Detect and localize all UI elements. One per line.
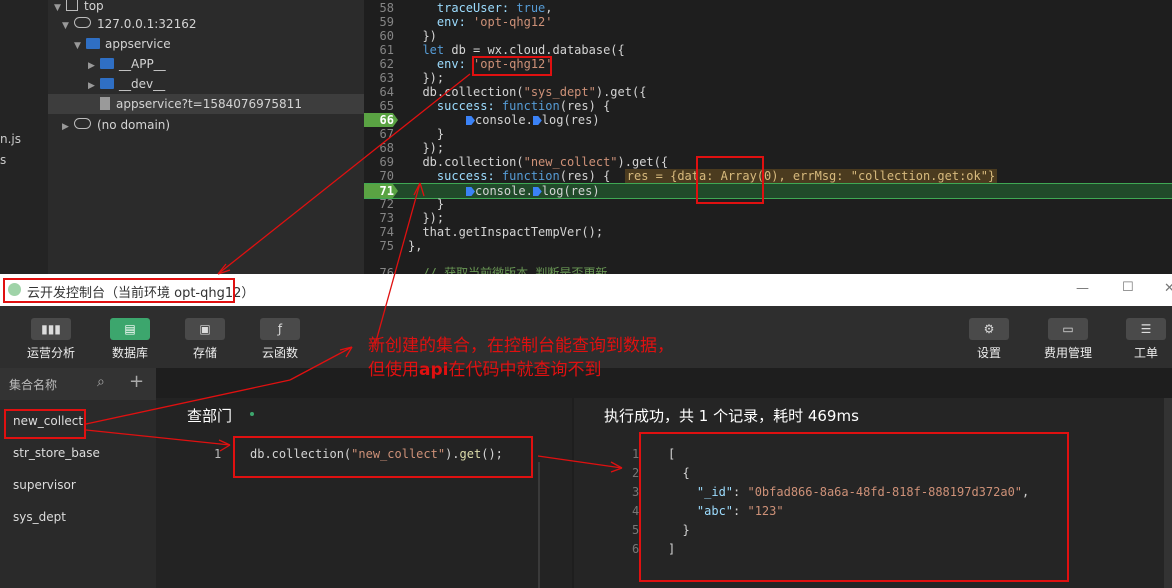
annotation-arrows [85, 73, 623, 473]
annotation-arrowhead [419, 182, 425, 197]
annotation-arrow [289, 346, 353, 381]
annotation-arrow [85, 429, 231, 446]
annotation-arrow [85, 379, 291, 425]
annotation-arrowhead [610, 467, 623, 473]
annotation-arrowhead [219, 444, 231, 452]
annotation-arrow [537, 455, 623, 469]
annotation-arrow [374, 182, 421, 346]
annotation-text: 新创建的集合，在控制台能查询到数据， 但使用api在代码中就查询不到 [368, 336, 674, 380]
annotation-arrow [217, 73, 471, 275]
